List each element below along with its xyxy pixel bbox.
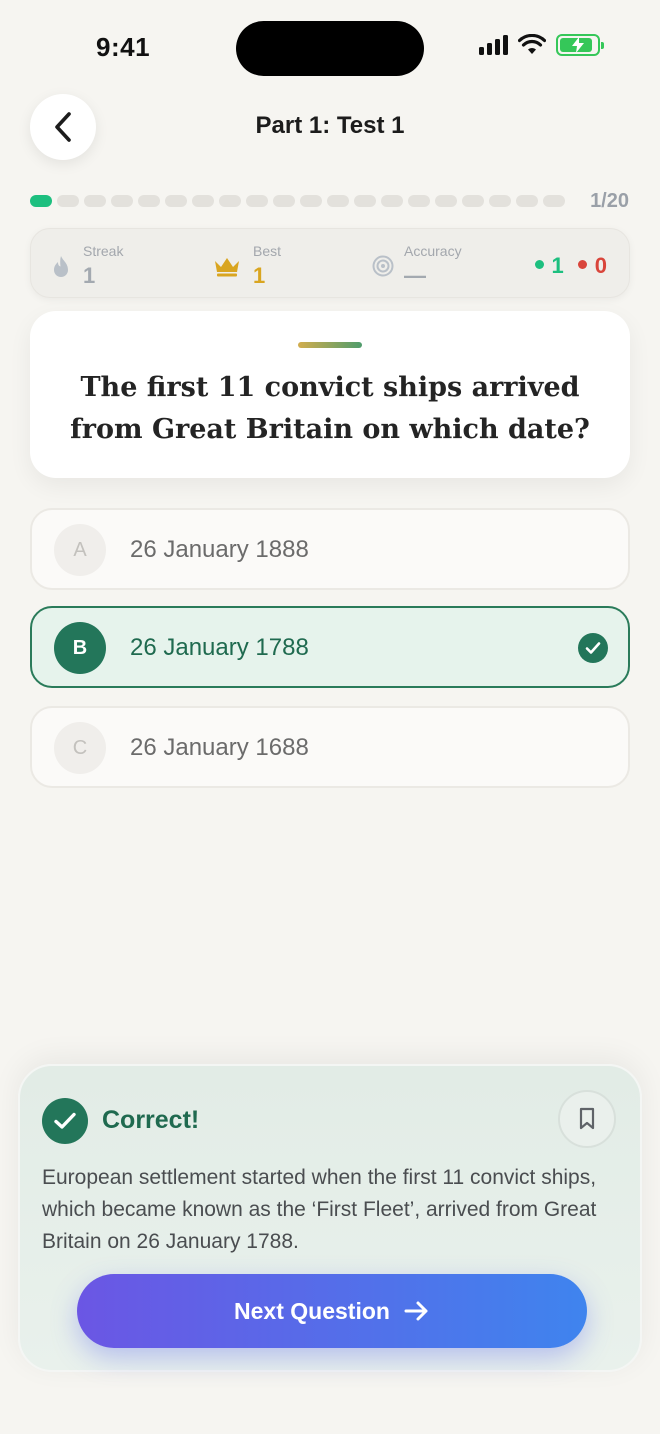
- stat-value: 1: [83, 263, 96, 288]
- progress-dot: [57, 195, 79, 207]
- progress-dot: [435, 195, 457, 207]
- option-text: 26 January 1788: [130, 634, 309, 661]
- option-text: 26 January 1888: [130, 536, 309, 563]
- progress-dot: [192, 195, 214, 207]
- status-bar: 9:41: [0, 0, 660, 96]
- correct-count: 1: [534, 253, 564, 279]
- progress-dot: [300, 195, 322, 207]
- option-text: 26 January 1688: [130, 734, 309, 761]
- progress-dot: [327, 195, 349, 207]
- stat-value: —: [404, 263, 426, 288]
- stats-bar: Streak 1 Best 1 Accuracy — 1 0: [30, 228, 630, 298]
- cellular-signal-icon: [479, 35, 508, 55]
- next-question-label: Next Question: [234, 1297, 390, 1324]
- progress-count: 1/20: [590, 190, 629, 212]
- question-text: The first 11 convict ships arrived from …: [70, 372, 590, 445]
- check-circle-icon: [42, 1098, 88, 1144]
- stat-label: Streak: [83, 243, 124, 259]
- wifi-icon: [518, 34, 546, 54]
- option-b[interactable]: B 26 January 1788: [30, 606, 630, 688]
- progress-dot: [543, 195, 565, 207]
- dynamic-island: [236, 21, 424, 76]
- feedback-panel: Correct! European settlement started whe…: [18, 1064, 642, 1372]
- stat-value: 1: [253, 263, 266, 288]
- flame-icon: [54, 256, 68, 277]
- progress-dot: [489, 195, 511, 207]
- option-letter: A: [54, 524, 106, 576]
- bookmark-button[interactable]: [558, 1090, 616, 1148]
- page-title: Part 1: Test 1: [255, 112, 405, 139]
- progress-dot: [111, 195, 133, 207]
- question-card: The first 11 convict ships arrived from …: [30, 311, 630, 478]
- battery-charging-icon: [556, 34, 604, 56]
- bookmark-icon: [579, 1107, 595, 1130]
- progress-dot: [408, 195, 430, 207]
- next-question-button[interactable]: Next Question: [77, 1274, 587, 1348]
- score-summary: 1 0: [534, 253, 607, 279]
- progress-dot: [246, 195, 268, 207]
- status-time: 9:41: [96, 32, 151, 62]
- feedback-explanation: European settlement started when the fir…: [42, 1166, 597, 1253]
- progress-dots: [30, 195, 565, 207]
- target-icon: [372, 255, 394, 277]
- checkmark-icon: [578, 633, 608, 663]
- option-c[interactable]: C 26 January 1688: [30, 706, 630, 788]
- option-letter: C: [54, 722, 106, 774]
- option-a[interactable]: A 26 January 1888: [30, 508, 630, 590]
- option-letter: B: [54, 622, 106, 674]
- progress-dot: [165, 195, 187, 207]
- progress-dot: [30, 195, 52, 207]
- status-icons: [479, 34, 604, 56]
- wrong-count: 0: [577, 253, 607, 279]
- progress-dot: [84, 195, 106, 207]
- progress-dot: [354, 195, 376, 207]
- progress-dot: [381, 195, 403, 207]
- progress-dot: [219, 195, 241, 207]
- question-accent-bar: [298, 342, 362, 348]
- progress-dot: [138, 195, 160, 207]
- crown-icon: [215, 258, 239, 277]
- feedback-title: Correct!: [102, 1106, 200, 1134]
- progress-dot: [273, 195, 295, 207]
- progress-dot: [462, 195, 484, 207]
- stat-label: Best: [253, 243, 282, 259]
- arrow-right-icon: [404, 1301, 428, 1321]
- stat-label: Accuracy: [404, 243, 462, 259]
- progress-dot: [516, 195, 538, 207]
